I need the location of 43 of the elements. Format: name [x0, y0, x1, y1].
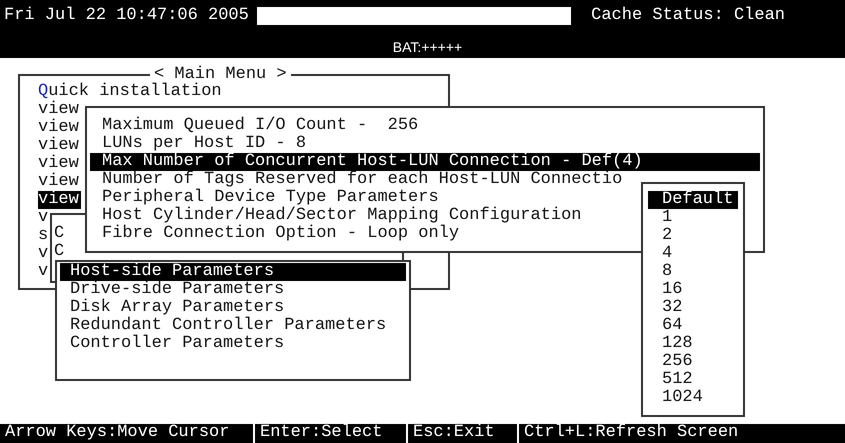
- menu-item[interactable]: s: [38, 227, 50, 245]
- menu-item[interactable]: 1: [648, 209, 738, 227]
- date-time: Fri Jul 22 10:47:06 2005: [3, 7, 250, 25]
- menu-item[interactable]: Disk Array Parameters: [60, 299, 406, 317]
- menu-item[interactable]: Peripheral Device Type Parameters: [90, 189, 439, 207]
- menu-item[interactable]: Default: [648, 191, 738, 209]
- menu-item[interactable]: Controller Parameters: [60, 335, 406, 353]
- menu-item[interactable]: view: [38, 119, 81, 137]
- menu-item[interactable]: 16: [648, 281, 738, 299]
- menu-item[interactable]: view: [38, 191, 81, 209]
- menu-item[interactable]: v: [38, 245, 50, 263]
- menu-item[interactable]: 2: [648, 227, 738, 245]
- menu-item[interactable]: 64: [648, 317, 738, 335]
- key-hint: Enter:Select: [253, 424, 406, 443]
- key-hint: Esc:Exit: [406, 424, 517, 443]
- menu-item[interactable]: Redundant Controller Parameters: [60, 317, 406, 335]
- menu-item[interactable]: view: [38, 155, 81, 173]
- menu-item[interactable]: 32: [648, 299, 738, 317]
- cache-status: Cache Status: Clean: [591, 7, 786, 25]
- menu-item[interactable]: v: [38, 263, 50, 281]
- menu-item[interactable]: Quick installation: [38, 83, 224, 101]
- menu-item[interactable]: view: [38, 173, 81, 191]
- key-hint: Arrow Keys:Move Cursor: [4, 424, 230, 443]
- menu-item[interactable]: view: [38, 101, 81, 119]
- menu-item[interactable]: v: [38, 209, 50, 227]
- menu-item[interactable]: 512: [648, 371, 738, 389]
- menu-item[interactable]: Maximum Queued I/O Count - 256: [90, 117, 418, 135]
- menu-item[interactable]: 128: [648, 335, 738, 353]
- menu-title: < Main Menu >: [154, 68, 288, 82]
- menu-item[interactable]: Number of Tags Reserved for each Host-LUN Connectio: [90, 171, 622, 189]
- menu-item[interactable]: Host Cylinder/Head/Sector Mapping Configuration: [90, 207, 582, 225]
- menu-item[interactable]: Fibre Connection Option - Loop only: [90, 225, 460, 243]
- menu-item[interactable]: 4: [648, 245, 738, 263]
- menu-item[interactable]: view: [38, 137, 81, 155]
- menu-item[interactable]: 1024: [648, 389, 738, 407]
- menu-item[interactable]: Host-side Parameters: [60, 263, 406, 281]
- menu-item[interactable]: Drive-side Parameters: [60, 281, 406, 299]
- menu-item[interactable]: 8: [648, 263, 738, 281]
- battery-status: BAT:+++++: [392, 39, 462, 55]
- key-hint: Ctrl+L:Refresh Screen: [517, 424, 738, 443]
- menu-item[interactable]: 256: [648, 353, 738, 371]
- menu-item[interactable]: Max Number of Concurrent Host-LUN Connection - Def(4): [90, 153, 760, 171]
- menu-item[interactable]: LUNs per Host ID - 8: [90, 135, 306, 153]
